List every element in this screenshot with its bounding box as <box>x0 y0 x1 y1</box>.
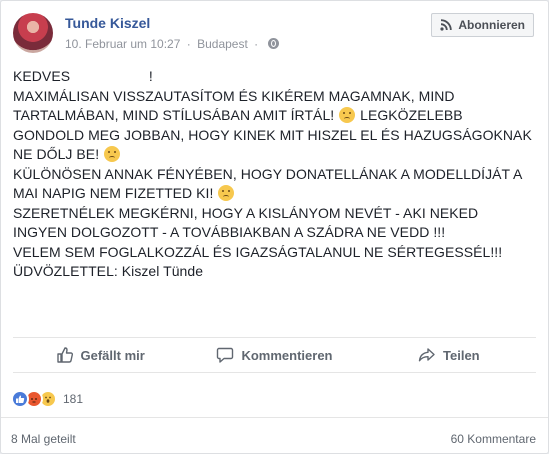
post-line-text: KÜLÖNÖSEN ANNAK FÉNYÉBEN, HOGY DONATELLÁ… <box>13 165 522 202</box>
comment-label: Kommentieren <box>241 347 333 363</box>
subscribe-button[interactable]: Abonnieren <box>431 13 534 37</box>
share-icon <box>418 348 435 362</box>
post-line-text: ÜDVÖZLETTEL: Kiszel Tünde <box>13 263 204 279</box>
post-line: KÜLÖNÖSEN ANNAK FÉNYÉBEN, HOGY DONATELLÁ… <box>13 165 533 204</box>
footer-divider <box>1 417 548 418</box>
like-label: Gefällt mir <box>80 347 145 363</box>
like-button[interactable]: Gefällt mir <box>13 338 187 372</box>
confused-emoji-icon <box>339 107 356 123</box>
comment-icon <box>217 347 234 363</box>
globe-icon[interactable] <box>267 38 279 49</box>
post-location[interactable]: Budapest <box>197 37 248 51</box>
post-line-text: VELEM SEM FOGLALKOZZÁL ÉS IGAZSÁGTALANUL… <box>13 243 503 260</box>
post-line: SZERETNÉLEK MEGKÉRNI, HOGY A KISLÁNYOM N… <box>13 204 533 243</box>
meta-separator-2: · <box>254 37 259 51</box>
avatar[interactable] <box>13 13 53 53</box>
post-line: ÜDVÖZLETTEL: Kiszel Tünde <box>13 262 533 282</box>
post-line: MAXIMÁLISAN VISSZAUTASÍTOM ÉS KIKÉREM MA… <box>13 87 533 165</box>
comment-button[interactable]: Kommentieren <box>187 338 361 372</box>
comments-count[interactable]: 60 Kommentare <box>451 432 536 446</box>
author-name[interactable]: Tunde Kiszel <box>65 15 150 31</box>
share-label: Teilen <box>443 347 480 363</box>
thumbs-up-icon <box>56 347 73 363</box>
post-line: VELEM SEM FOGLALKOZZÁL ÉS IGAZSÁGTALANUL… <box>13 243 533 263</box>
post-date[interactable]: 10. Februar um 10:27 <box>65 37 180 51</box>
confused-emoji-icon <box>218 185 235 201</box>
shares-count[interactable]: 8 Mal geteilt <box>11 432 76 446</box>
reaction-count: 181 <box>63 392 84 406</box>
post-header: Tunde Kiszel 10. Februar um 10:27 · Buda… <box>13 13 536 55</box>
post-body: KEDVES ! MAXIMÁLISAN VISSZAUTASÍTOM ÉS K… <box>13 67 533 282</box>
share-button[interactable]: Teilen <box>362 338 536 372</box>
like-reaction-icon <box>11 390 29 408</box>
meta-separator: · <box>186 37 191 51</box>
confused-emoji-icon <box>104 146 121 162</box>
reactions-summary[interactable]: 181 <box>11 389 83 409</box>
rss-icon <box>440 19 453 31</box>
action-bar: Gefällt mir Kommentieren Teilen <box>13 337 536 373</box>
post-line-text: SZERETNÉLEK MEGKÉRNI, HOGY A KISLÁNYOM N… <box>13 204 479 241</box>
subscribe-label: Abonnieren <box>458 18 525 32</box>
post-meta: 10. Februar um 10:27 · Budapest · <box>65 37 279 51</box>
post-card: Tunde Kiszel 10. Februar um 10:27 · Buda… <box>0 0 549 454</box>
post-line: KEDVES ! <box>13 67 533 87</box>
post-line-text: KEDVES ! <box>13 68 153 84</box>
